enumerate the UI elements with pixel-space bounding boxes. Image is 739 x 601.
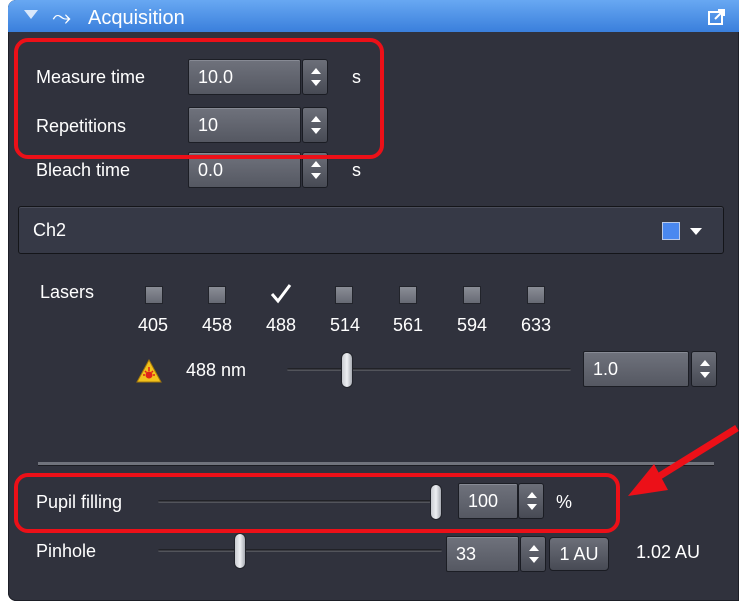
repetitions-input[interactable]: 10 [188,107,301,143]
laser-warning-icon [136,359,162,383]
pinhole-1au-button[interactable]: 1 AU [549,537,609,571]
measure-time-spinbox[interactable]: 10.0 [188,59,330,95]
laser-power-value: 1.0 [593,359,619,379]
pinhole-input[interactable]: 33 [446,536,519,572]
repetitions-spinbox[interactable]: 10 [188,107,330,143]
collapse-triangle-icon[interactable] [24,10,38,19]
laser-power-input[interactable]: 1.0 [583,351,689,387]
panel-title: Acquisition [88,7,185,29]
pupil-filling-label: Pupil filling [36,492,123,512]
pupil-filling-slider-track[interactable] [158,500,442,503]
laser-405-label: 405 [138,315,169,335]
laser-458-label: 458 [202,315,233,335]
bleach-time-value: 0.0 [198,160,224,180]
laser-power-slider-thumb[interactable] [341,352,354,388]
laser-633-label: 633 [521,315,552,335]
channel-color-swatch[interactable] [662,222,680,240]
pinhole-stepper[interactable] [520,536,546,572]
pinhole-label: Pinhole [36,541,97,561]
pupil-filling-input[interactable]: 100 [458,483,518,519]
measure-time-value: 10.0 [198,67,234,87]
bleach-time-input[interactable]: 0.0 [188,152,301,188]
acquisition-panel: ⤳ Acquisition Measure time 10.0 s Repeti… [0,0,739,601]
laser-458-checkbox[interactable] [208,286,226,304]
laser-561-label: 561 [393,315,424,335]
popout-icon[interactable] [708,9,726,25]
laser-488-checkbox[interactable] [270,284,292,304]
repetitions-stepper[interactable] [302,107,328,143]
pinhole-readout: 1.02 AU [636,542,701,562]
channel-name: Ch2 [33,220,67,240]
chevron-down-icon[interactable] [690,228,702,235]
pinhole-slider-track[interactable] [158,549,442,552]
pupil-filling-spinbox[interactable]: 100 [458,483,544,519]
panel-titlebar[interactable]: ⤳ Acquisition [8,0,739,32]
bleach-time-label: Bleach time [36,160,131,180]
laser-633-checkbox[interactable] [527,286,545,304]
laser-405-checkbox[interactable] [145,286,163,304]
measure-time-stepper[interactable] [302,59,328,95]
pupil-filling-unit: % [556,492,573,512]
bleach-time-unit: s [352,160,361,180]
pupil-filling-slider-thumb[interactable] [430,484,442,520]
section-divider [38,462,714,465]
repetitions-label: Repetitions [36,116,127,136]
laser-561-checkbox[interactable] [399,286,417,304]
bleach-time-stepper[interactable] [302,152,328,188]
pupil-filling-stepper[interactable] [518,483,544,519]
checkmark-icon [270,284,292,304]
channel-selector[interactable]: Ch2 [18,206,724,254]
laser-power-stepper[interactable] [691,351,717,387]
lasers-label: Lasers [40,282,95,302]
pinhole-slider-thumb[interactable] [234,533,247,569]
measure-time-unit: s [352,67,361,87]
measure-time-input[interactable]: 10.0 [188,59,301,95]
laser-line-label: 488 nm [186,360,247,380]
repetitions-value: 10 [198,115,219,135]
laser-594-checkbox[interactable] [463,286,481,304]
bleach-time-spinbox[interactable]: 0.0 [188,152,330,188]
pinhole-value: 33 [456,544,477,564]
annotation-arrow-icon [628,425,739,496]
laser-power-slider-track[interactable] [287,368,571,371]
laser-594-label: 594 [457,315,488,335]
measure-time-label: Measure time [36,67,146,87]
pinhole-spinbox[interactable]: 33 [446,536,546,572]
laser-514-label: 514 [330,315,361,335]
laser-488-label: 488 [266,315,297,335]
laser-514-checkbox[interactable] [335,286,353,304]
loop-icon: ⤳ [52,4,72,31]
pupil-filling-value: 100 [468,491,499,511]
laser-power-spinbox[interactable]: 1.0 [583,351,719,387]
